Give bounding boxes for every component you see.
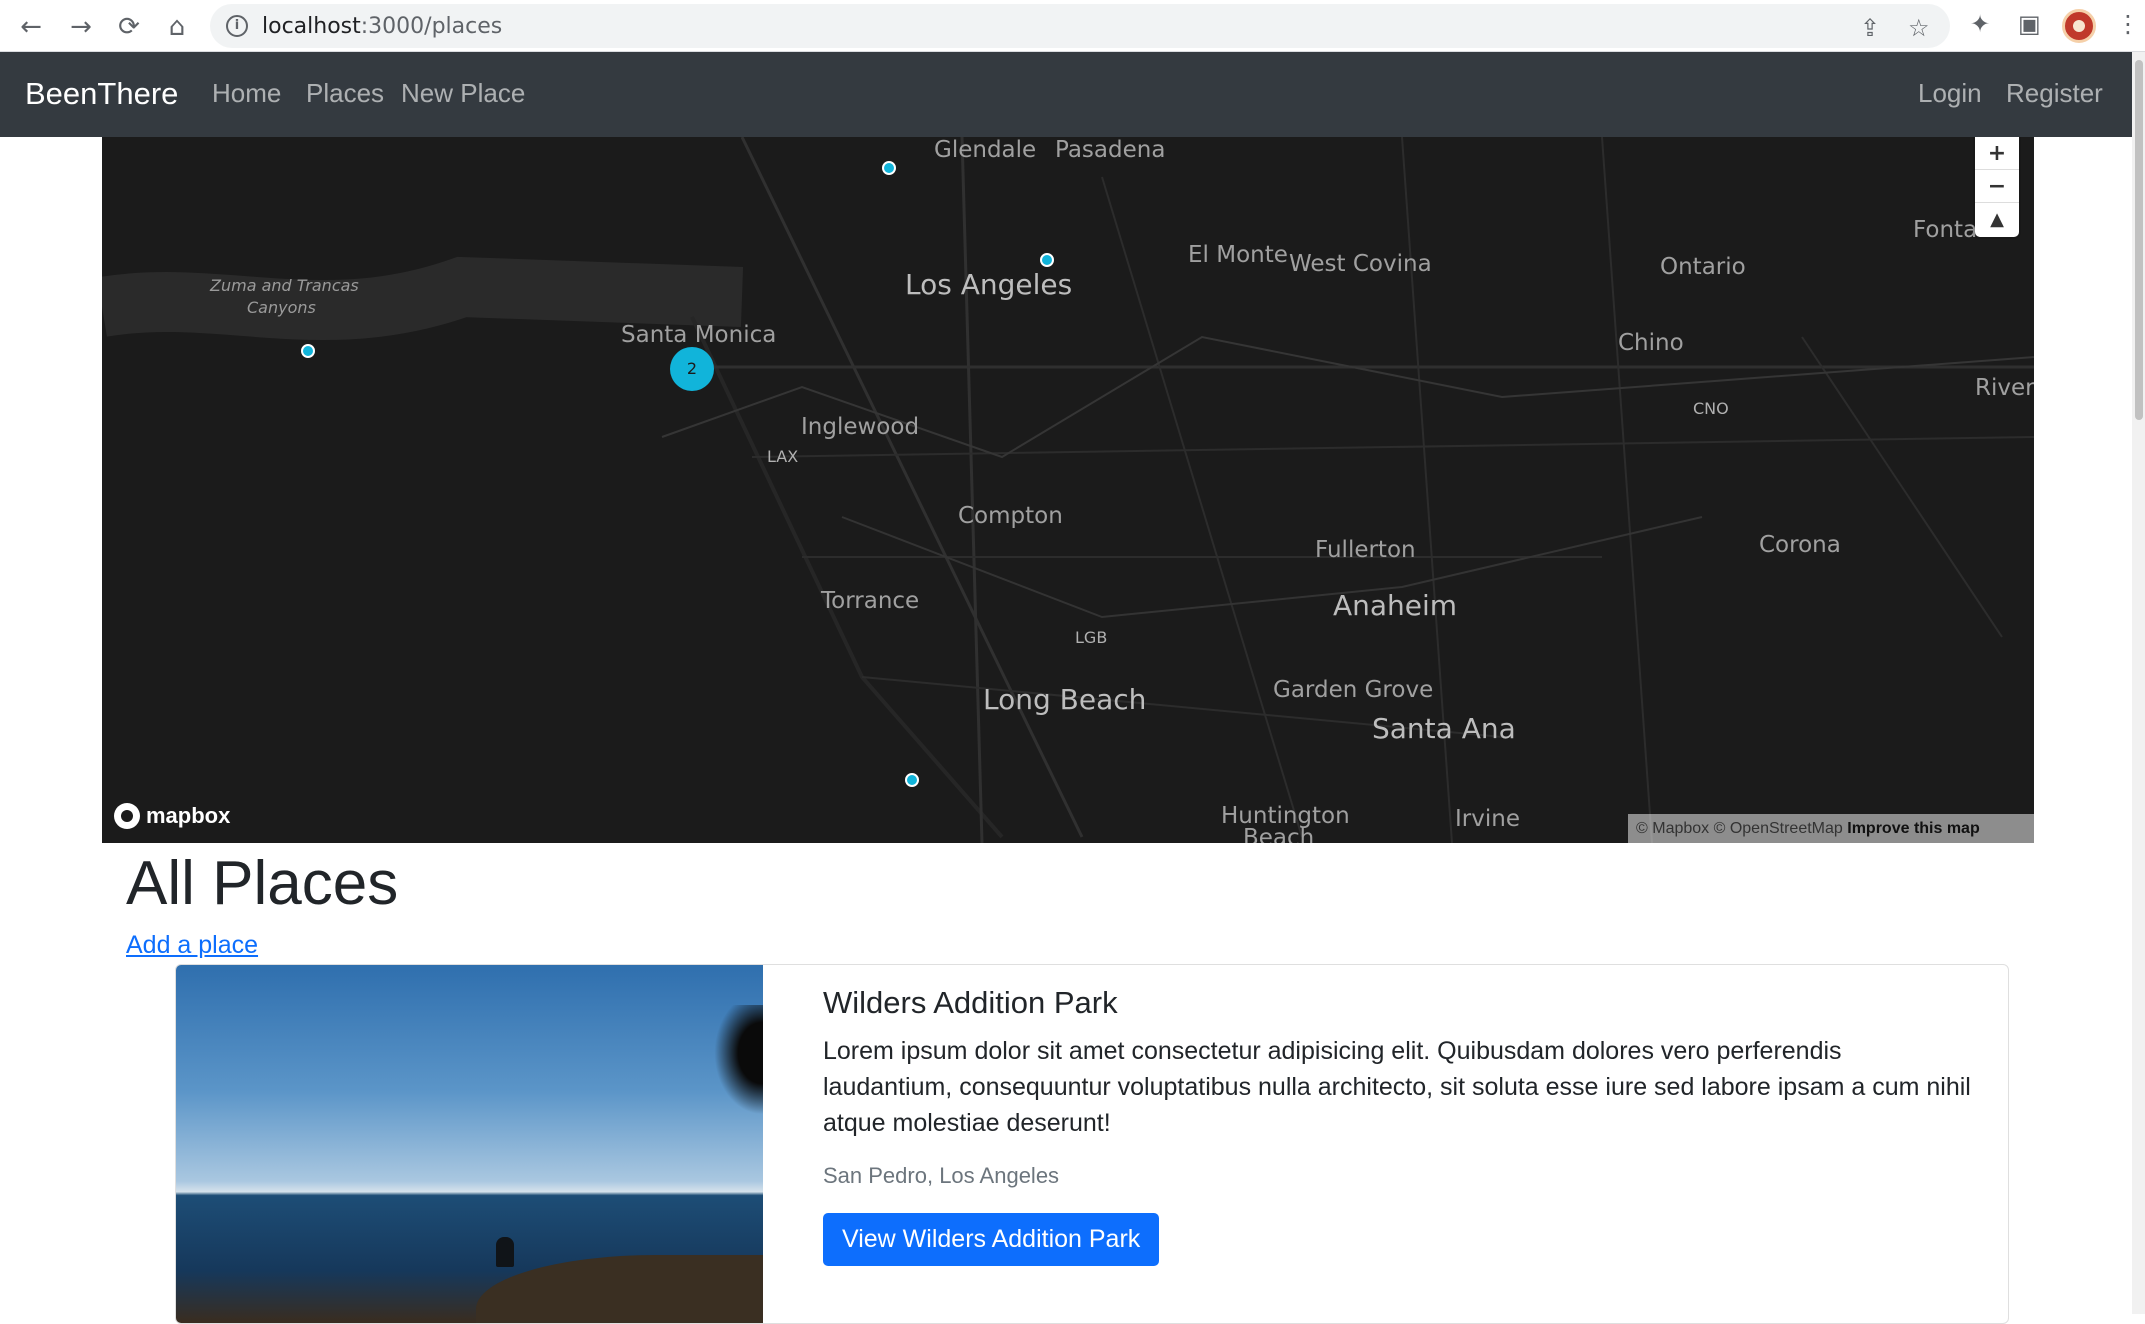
palm-tree-silhouette [706,1005,763,1125]
map-label-irvine: Irvine [1455,806,1520,832]
map-marker[interactable] [1040,253,1054,267]
nav-new-place[interactable]: New Place [401,78,525,109]
mapbox-logo-text: mapbox [146,803,231,828]
map-roads [102,137,2034,843]
map-label-cno: CNO [1693,399,1729,418]
map-label-riverside: River [1975,375,2034,401]
place-title: Wilders Addition Park [823,985,1118,1020]
place-card: Wilders Addition Park Lorem ipsum dolor … [175,964,2009,1324]
brand-link[interactable]: BeenThere [25,76,178,112]
map-cluster[interactable]: 2 [670,347,714,391]
map-label-fullerton: Fullerton [1315,537,1416,563]
person-silhouette [496,1237,514,1267]
map-marker[interactable] [905,773,919,787]
share-icon[interactable]: ⇪ [1860,14,1880,42]
profile-avatar[interactable] [2062,9,2096,43]
address-url[interactable]: localhost:3000/places [262,14,502,39]
home-icon[interactable]: ⌂ [158,8,196,46]
add-place-link[interactable]: Add a place [126,931,258,960]
map-label-anaheim: Anaheim [1333,589,1458,622]
map-label-zuma: Zuma and Trancas [210,276,359,295]
map-label-chino: Chino [1618,330,1684,356]
map-label-compton: Compton [958,503,1063,529]
zoom-in-button[interactable]: + [1975,137,2019,170]
browser-toolbar: ← → ⟳ ⌂ i localhost:3000/places ⇪ ☆ ✦ ▣ … [0,0,2145,52]
cluster-map[interactable]: Glendale Pasadena Los Angeles El Monte W… [102,137,2034,843]
place-location: San Pedro, Los Angeles [823,1163,1060,1188]
attribution-text[interactable]: © Mapbox © OpenStreetMap [1636,820,1843,837]
nav-places[interactable]: Places [306,78,384,109]
map-label-garden-grove: Garden Grove [1273,677,1434,703]
forward-arrow-icon[interactable]: → [62,8,100,46]
improve-map-link[interactable]: Improve this map [1847,820,1979,837]
nav-register[interactable]: Register [2006,78,2103,109]
compass-reset-button[interactable]: ▲ [1975,203,2019,236]
map-label-santa-ana: Santa Ana [1372,712,1516,745]
map-navigation-control: + − ▲ [1975,137,2019,237]
reload-icon[interactable]: ⟳ [110,8,148,46]
map-label-inglewood: Inglewood [801,414,920,440]
menu-kebab-icon[interactable]: ⋮ [2116,10,2140,38]
mapbox-logo-icon [114,803,140,829]
site-info-icon[interactable]: i [226,15,248,37]
map-label-corona: Corona [1759,532,1841,558]
map-label-west-covina: West Covina [1289,251,1432,277]
page-title: All Places [126,849,399,918]
map-label-canyons: Canyons [247,298,316,317]
bookmark-star-icon[interactable]: ☆ [1908,14,1930,42]
map-label-ontario: Ontario [1660,254,1746,280]
zoom-out-button[interactable]: − [1975,170,2019,203]
map-label-santa-monica: Santa Monica [621,322,777,348]
place-description: Lorem ipsum dolor sit amet consectetur a… [823,1037,1971,1137]
nav-login[interactable]: Login [1918,78,1982,109]
extensions-icon[interactable]: ✦ [1970,10,1990,38]
map-label-el-monte: El Monte [1188,242,1288,268]
address-bar[interactable]: i localhost:3000/places ⇪ ☆ [210,4,1950,48]
map-attribution: © Mapbox © OpenStreetMap Improve this ma… [1628,814,2034,843]
scrollbar-thumb[interactable] [2135,60,2143,420]
map-label-pasadena: Pasadena [1055,137,1166,163]
map-label-torrance: Torrance [821,588,920,614]
map-label-lax: LAX [767,447,799,466]
map-label-long-beach: Long Beach [983,683,1147,716]
page-scrollbar[interactable] [2132,52,2145,1314]
site-navbar: BeenThere Home Places New Place Login Re… [0,52,2132,137]
back-arrow-icon[interactable]: ← [12,8,50,46]
map-label-los-angeles: Los Angeles [905,268,1073,301]
map-marker[interactable] [301,344,315,358]
place-image [176,965,763,1323]
nav-home[interactable]: Home [212,78,281,109]
view-place-button[interactable]: View Wilders Addition Park [823,1213,1160,1266]
place-card-body: Wilders Addition Park Lorem ipsum dolor … [823,985,1973,1266]
mapbox-logo[interactable]: mapbox [114,803,230,829]
map-marker[interactable] [882,161,896,175]
map-label-glendale: Glendale [934,137,1037,163]
map-label-lgb: LGB [1075,628,1108,647]
map-label-beach: Beach [1243,825,1315,843]
side-panel-icon[interactable]: ▣ [2018,10,2041,38]
